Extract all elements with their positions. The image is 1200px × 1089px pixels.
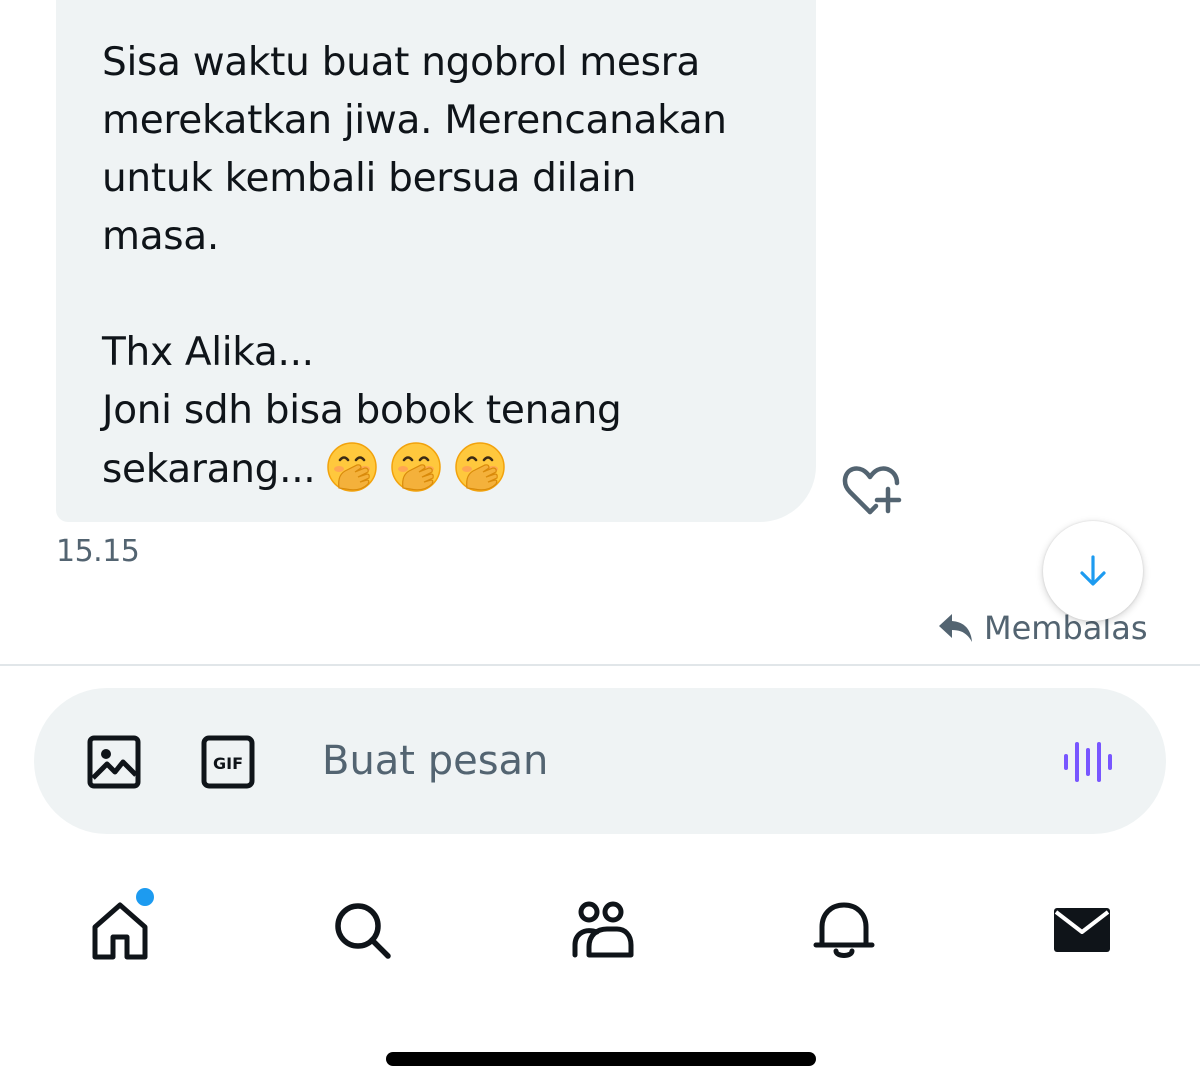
message-line: masa. <box>102 214 220 259</box>
message-line: Thx Alika... <box>102 330 314 375</box>
message-text: Sisa waktu buat ngobrol mesra merekatkan … <box>102 34 776 499</box>
voice-message-icon[interactable] <box>1058 732 1118 792</box>
search-icon <box>335 903 391 959</box>
gif-label: GIF <box>213 754 243 773</box>
nav-communities[interactable] <box>564 892 640 968</box>
message-last-line: sekarang... <box>102 440 776 499</box>
message-line: sekarang... <box>102 447 316 492</box>
message-line: untuk kembali bersua dilain <box>102 156 637 201</box>
message-line: Joni sdh bisa bobok tenang <box>102 388 622 433</box>
notifications-icon <box>813 902 875 958</box>
message-input[interactable] <box>322 728 1022 794</box>
face-with-hand-over-mouth-emoji <box>455 442 506 492</box>
face-with-hand-over-mouth-emoji <box>327 442 378 492</box>
nav-messages[interactable] <box>1044 892 1120 968</box>
message-line: Sisa waktu buat ngobrol mesra <box>102 40 700 85</box>
face-with-hand-over-mouth-emoji <box>391 442 442 492</box>
bottom-nav <box>0 872 1200 982</box>
composer-divider <box>0 664 1200 666</box>
nav-notifications[interactable] <box>806 892 882 968</box>
messages-icon <box>1054 908 1110 952</box>
nav-home[interactable] <box>82 886 158 968</box>
reply-label: Membalas <box>984 609 1148 647</box>
communities-icon <box>572 901 634 958</box>
message-line: merekatkan jiwa. Merencanakan <box>102 98 727 143</box>
message-bubble[interactable]: Sisa waktu buat ngobrol mesra merekatkan … <box>56 0 816 522</box>
scroll-to-bottom-button[interactable] <box>1043 521 1143 621</box>
home-indicator[interactable] <box>386 1052 816 1066</box>
image-icon[interactable] <box>86 734 142 790</box>
gif-icon[interactable]: GIF <box>200 734 256 790</box>
message-composer: GIF <box>34 688 1166 834</box>
add-reaction-icon[interactable] <box>840 462 906 518</box>
notification-dot <box>134 886 156 908</box>
nav-search[interactable] <box>324 892 400 968</box>
reply-arrow-icon <box>939 614 972 642</box>
message-timestamp: 15.15 <box>56 534 140 569</box>
arrow-down-icon <box>1080 555 1106 586</box>
